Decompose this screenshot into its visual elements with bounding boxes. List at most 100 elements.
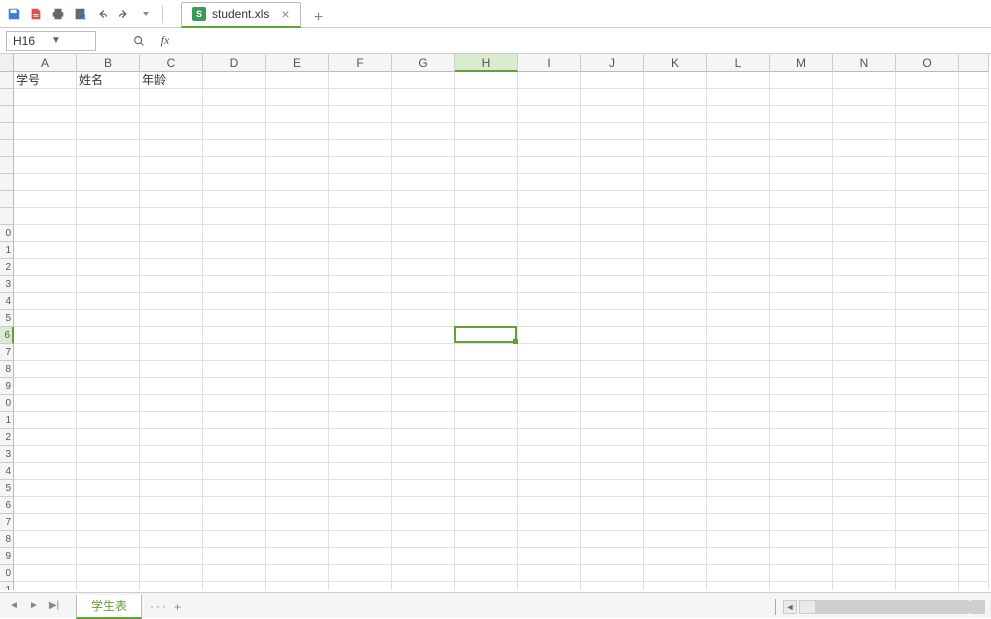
cell[interactable] [959,514,989,531]
cell[interactable] [392,378,455,395]
row-header[interactable] [0,208,14,225]
row-header[interactable]: 2 [0,259,14,276]
cell[interactable] [77,140,140,157]
cell[interactable] [203,480,266,497]
cell[interactable] [266,259,329,276]
cell[interactable] [770,497,833,514]
new-tab-button[interactable]: + [309,8,329,28]
cell[interactable] [896,446,959,463]
cell[interactable] [392,242,455,259]
cell[interactable] [266,123,329,140]
cell[interactable] [518,548,581,565]
cell[interactable] [959,310,989,327]
cell[interactable] [77,429,140,446]
cell[interactable] [644,327,707,344]
cell[interactable] [77,106,140,123]
cell[interactable] [455,191,518,208]
cell[interactable] [959,157,989,174]
cell[interactable] [455,174,518,191]
cell[interactable] [203,446,266,463]
cell[interactable] [707,395,770,412]
cell[interactable] [833,310,896,327]
cell[interactable] [455,446,518,463]
cell[interactable] [266,344,329,361]
cell[interactable] [14,106,77,123]
cell[interactable] [770,208,833,225]
cell[interactable] [707,242,770,259]
cell[interactable] [329,123,392,140]
cell[interactable] [518,412,581,429]
cell[interactable] [518,480,581,497]
column-header[interactable]: E [266,54,329,72]
row-header[interactable] [0,89,14,106]
cell[interactable] [266,514,329,531]
cell[interactable] [770,174,833,191]
cell[interactable] [833,497,896,514]
cell[interactable] [266,327,329,344]
cell[interactable] [14,344,77,361]
cell[interactable] [833,72,896,89]
cell[interactable] [833,412,896,429]
cell[interactable] [581,446,644,463]
cell[interactable] [644,106,707,123]
cell[interactable] [770,378,833,395]
cell[interactable] [644,259,707,276]
cell[interactable] [140,140,203,157]
cell[interactable] [581,480,644,497]
cell[interactable] [959,174,989,191]
cell[interactable] [707,293,770,310]
cell[interactable] [518,463,581,480]
cell[interactable] [770,565,833,582]
cell[interactable] [518,429,581,446]
column-header[interactable]: H [455,54,518,72]
cell[interactable] [14,310,77,327]
cell[interactable] [959,480,989,497]
cell[interactable] [833,225,896,242]
cell[interactable] [896,565,959,582]
cell[interactable] [392,259,455,276]
cell[interactable] [392,89,455,106]
cell[interactable] [896,310,959,327]
cell[interactable] [581,191,644,208]
cell[interactable] [329,106,392,123]
cell[interactable] [833,429,896,446]
cell[interactable] [518,531,581,548]
cell[interactable] [455,480,518,497]
cell[interactable] [392,276,455,293]
cell[interactable] [959,344,989,361]
cell[interactable] [77,412,140,429]
cell[interactable] [392,174,455,191]
cell[interactable] [77,310,140,327]
row-header[interactable]: 7 [0,514,14,531]
cell[interactable] [455,293,518,310]
cell[interactable] [203,361,266,378]
cell[interactable] [581,327,644,344]
cell[interactable] [77,89,140,106]
cell[interactable] [518,72,581,89]
cell[interactable] [140,157,203,174]
cell[interactable] [77,548,140,565]
cell[interactable] [896,242,959,259]
cell[interactable] [266,293,329,310]
cell[interactable] [14,123,77,140]
cell[interactable] [329,429,392,446]
cell[interactable] [770,582,833,590]
cell[interactable] [518,259,581,276]
cell[interactable] [392,361,455,378]
row-header[interactable]: 2 [0,429,14,446]
cell[interactable] [140,531,203,548]
cell[interactable] [140,446,203,463]
cell[interactable] [14,565,77,582]
column-header[interactable]: D [203,54,266,72]
cell[interactable] [707,548,770,565]
cell[interactable] [203,293,266,310]
cell[interactable] [707,123,770,140]
cell[interactable] [959,123,989,140]
cell[interactable] [203,174,266,191]
cell[interactable] [896,293,959,310]
save-icon[interactable] [4,4,24,24]
cell[interactable]: 年龄 [140,72,203,89]
cell[interactable] [833,259,896,276]
cell[interactable] [203,531,266,548]
cell[interactable] [581,548,644,565]
